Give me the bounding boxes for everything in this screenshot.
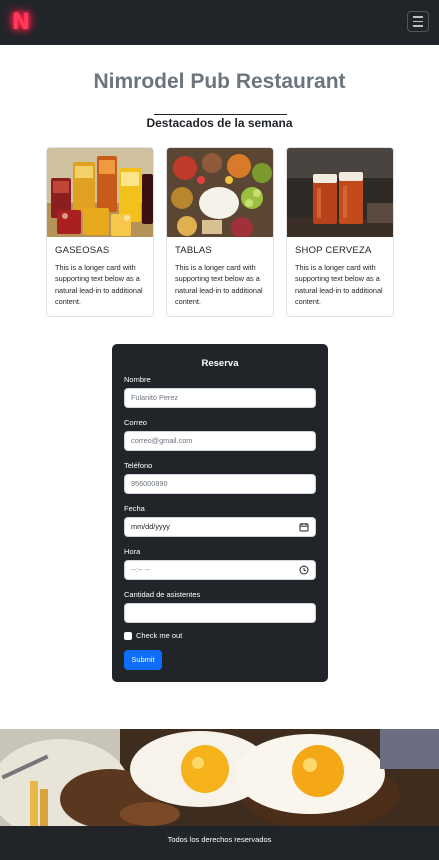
food-banner-image [0,729,439,826]
asistentes-input[interactable] [124,603,316,623]
correo-label: Correo [124,418,147,427]
hora-input[interactable]: --:-- -- [124,560,316,580]
card-title: GASEOSAS [55,245,110,256]
brand-logo[interactable]: N [9,9,33,35]
fecha-placeholder: mm/dd/yyyy [131,522,170,531]
hamburger-line [413,20,423,23]
hora-label: Hora [124,547,141,556]
form-title: Reserva [201,358,239,369]
calendar-icon[interactable] [299,522,309,532]
card-text: This is a longer card with supporting te… [295,263,383,306]
hamburger-line [413,16,423,18]
hamburger-line [413,25,423,27]
submit-button[interactable]: Submit [124,650,162,670]
card-text: This is a longer card with supporting te… [55,263,143,306]
nombre-label: Nombre [124,375,151,384]
telefono-input[interactable]: 956000890 [124,474,316,494]
fecha-input[interactable]: mm/dd/yyyy [124,517,316,537]
card-text: This is a longer card with supporting te… [175,263,263,306]
check-me-out-checkbox[interactable] [124,632,132,640]
fecha-label: Fecha [124,504,145,513]
gaseosas-image [47,148,153,237]
menu-toggle-button[interactable] [407,11,429,32]
subtitle-divider [154,114,287,115]
card-gaseosas: GASEOSAS This is a longer card with supp… [46,147,154,317]
reservation-form: Reserva Nombre Fulanito Perez Correo cor… [112,344,328,682]
hora-placeholder: --:-- -- [131,565,150,574]
card-shop-cerveza: SHOP CERVEZA This is a longer card with … [286,147,394,317]
tablas-image [167,148,273,237]
nombre-input[interactable]: Fulanito Perez [124,388,316,408]
card-title: TABLAS [175,245,212,256]
shop-cerveza-image [287,148,393,237]
asistentes-label: Cantidad de asistentes [124,590,201,599]
section-subtitle: Destacados de la semana [146,116,293,130]
page-title: Nimrodel Pub Restaurant [93,70,346,93]
navbar: N [0,0,439,45]
telefono-label: Teléfono [124,461,153,470]
check-me-out-label: Check me out [136,631,183,640]
footer-text: Todos los derechos reservados [167,835,272,844]
card-title: SHOP CERVEZA [295,245,372,256]
clock-icon[interactable] [299,565,309,575]
footer: Todos los derechos reservados [0,826,439,860]
card-tablas: TABLAS This is a longer card with suppor… [166,147,274,317]
correo-input[interactable]: correo@gmail.com [124,431,316,451]
